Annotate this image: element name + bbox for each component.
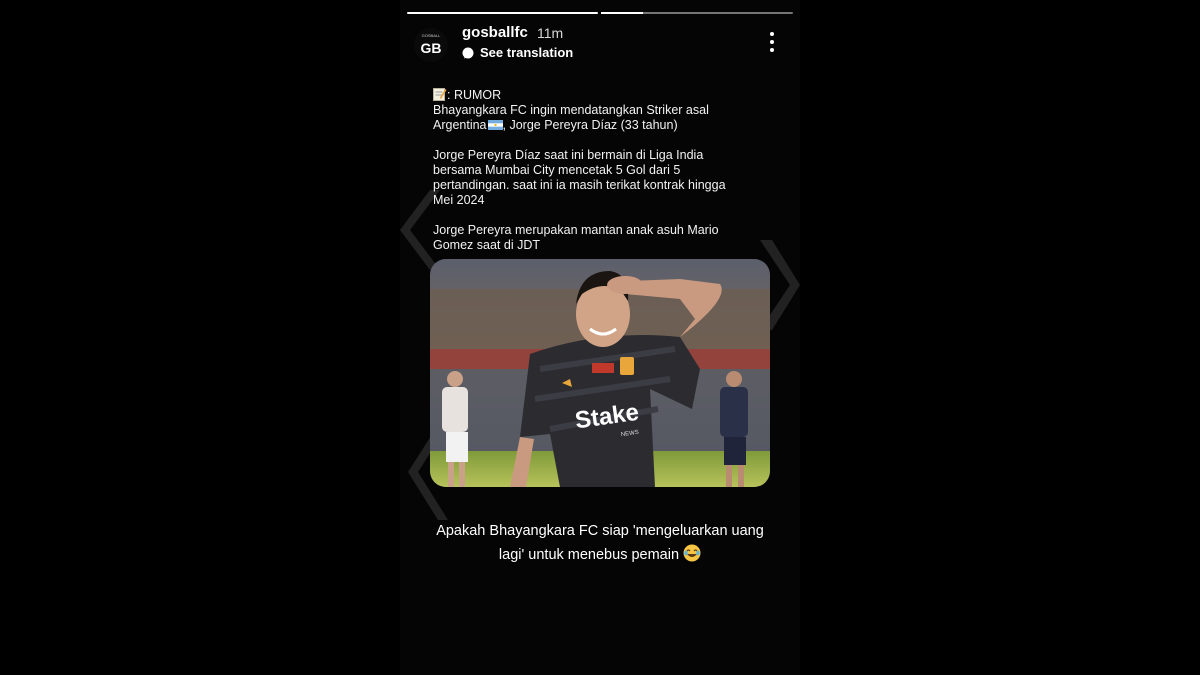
username-link[interactable]: gosballfc [462,24,528,41]
overlay-line: Apakah Bhayangkara FC siap 'mengeluarkan… [436,523,764,539]
story-text-overlay: Apakah Bhayangkara FC siap 'mengeluarkan… [430,519,770,567]
player-photo: Stake NEWS [430,259,770,487]
translate-icon [462,47,474,58]
post-time: 11m [537,25,564,41]
memo-icon [433,88,447,101]
caption-text: : RUMOR Bhayangkara FC ingin mendatangka… [433,88,753,253]
gosball-logo-icon: GOSBALL GB [421,33,442,56]
svg-text:GB: GB [421,40,442,56]
caption-line: Mei 2024 [433,193,485,207]
caption-line: Jorge Pereyra Díaz saat ini bermain di L… [433,148,704,162]
player-photo-illustration: Stake NEWS [430,259,770,487]
caption-line: : RUMOR [447,88,502,102]
caption-line: Jorge Pereyra merupakan mantan anak asuh… [433,223,719,237]
caption-line: pertandingan. saat ini ia masih terikat … [433,178,726,192]
see-translation-label: See translation [480,45,574,60]
see-translation-button[interactable]: See translation [462,45,573,60]
avatar[interactable]: GOSBALL GB [414,28,448,62]
story-progress-segment-2 [601,12,793,14]
caption-line: Bhayangkara FC ingin mendatangkan Strike… [433,103,709,117]
argentina-flag-icon [487,120,503,130]
caption-line: , Jorge Pereyra Díaz (33 tahun) [502,118,678,132]
more-options-icon[interactable] [766,30,778,54]
laughing-emoji-icon [683,544,701,562]
story-progress-segment-1 [407,12,598,14]
story-viewer[interactable]: GOSBALL GB gosballfc 11m See translation… [400,0,800,675]
caption-line: Gomez saat di JDT [433,238,540,252]
svg-text:GOSBALL: GOSBALL [422,33,441,38]
caption-line: Argentina [433,118,487,132]
overlay-line: lagi' untuk menebus pemain [498,547,680,563]
caption-line: bersama Mumbai City mencetak 5 Gol dari … [433,163,681,177]
